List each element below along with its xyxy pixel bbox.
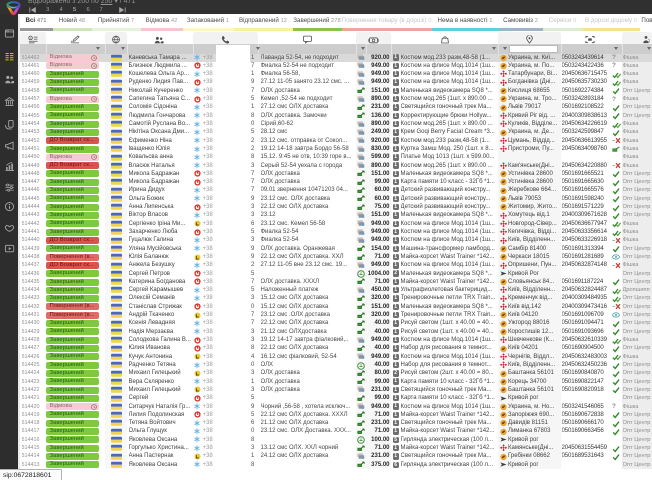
svg-text:c: c [29,36,31,40]
